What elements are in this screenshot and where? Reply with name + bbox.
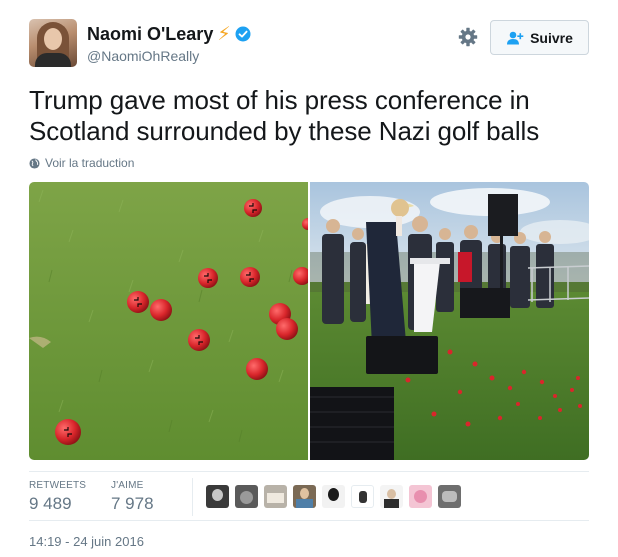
stats-divider xyxy=(192,478,193,516)
gear-icon[interactable] xyxy=(458,27,478,47)
photo-golf-balls[interactable] xyxy=(29,182,308,460)
author-username[interactable]: @NaomiOhReally xyxy=(87,48,251,64)
likers-avatars xyxy=(206,485,461,508)
add-user-icon xyxy=(507,31,524,44)
likes-stat[interactable]: J'AIME 7 978 xyxy=(111,480,154,514)
tweet-timestamp[interactable]: 14:19 - 24 juin 2016 xyxy=(29,534,144,549)
photo-press-conference[interactable] xyxy=(310,182,589,460)
translate-label: Voir la traduction xyxy=(45,156,135,170)
likes-count: 7 978 xyxy=(111,494,154,513)
likes-label: J'AIME xyxy=(111,480,144,491)
author-block: Naomi O'Leary ⚡ @NaomiOhReally xyxy=(87,23,251,64)
follow-button-label: Suivre xyxy=(530,29,573,46)
tweet-media xyxy=(29,182,589,460)
liker-avatar[interactable] xyxy=(206,485,229,508)
avatar[interactable] xyxy=(29,19,77,67)
tweet-text: Trump gave most of his press conference … xyxy=(29,85,540,146)
liker-avatar[interactable] xyxy=(293,485,316,508)
verified-badge-icon xyxy=(235,26,251,42)
liker-avatar[interactable] xyxy=(322,485,345,508)
liker-avatar[interactable] xyxy=(438,485,461,508)
liker-avatar[interactable] xyxy=(235,485,258,508)
liker-avatar[interactable] xyxy=(409,485,432,508)
follow-button[interactable]: Suivre xyxy=(490,20,589,55)
retweets-label: RETWEETS xyxy=(29,480,87,491)
tweet-stats: RETWEETS 9 489 J'AIME 7 978 xyxy=(29,471,589,521)
liker-avatar[interactable] xyxy=(351,485,374,508)
retweets-stat[interactable]: RETWEETS 9 489 xyxy=(29,480,86,514)
globe-icon xyxy=(29,157,40,169)
translate-link[interactable]: Voir la traduction xyxy=(29,156,134,170)
author-fullname[interactable]: Naomi O'Leary xyxy=(87,24,213,45)
retweets-count: 9 489 xyxy=(29,494,72,513)
liker-avatar[interactable] xyxy=(264,485,287,508)
tweet-header: Naomi O'Leary ⚡ @NaomiOhReally Suivre xyxy=(29,19,589,71)
lightning-bolt-icon: ⚡ xyxy=(217,23,231,45)
liker-avatar[interactable] xyxy=(380,485,403,508)
